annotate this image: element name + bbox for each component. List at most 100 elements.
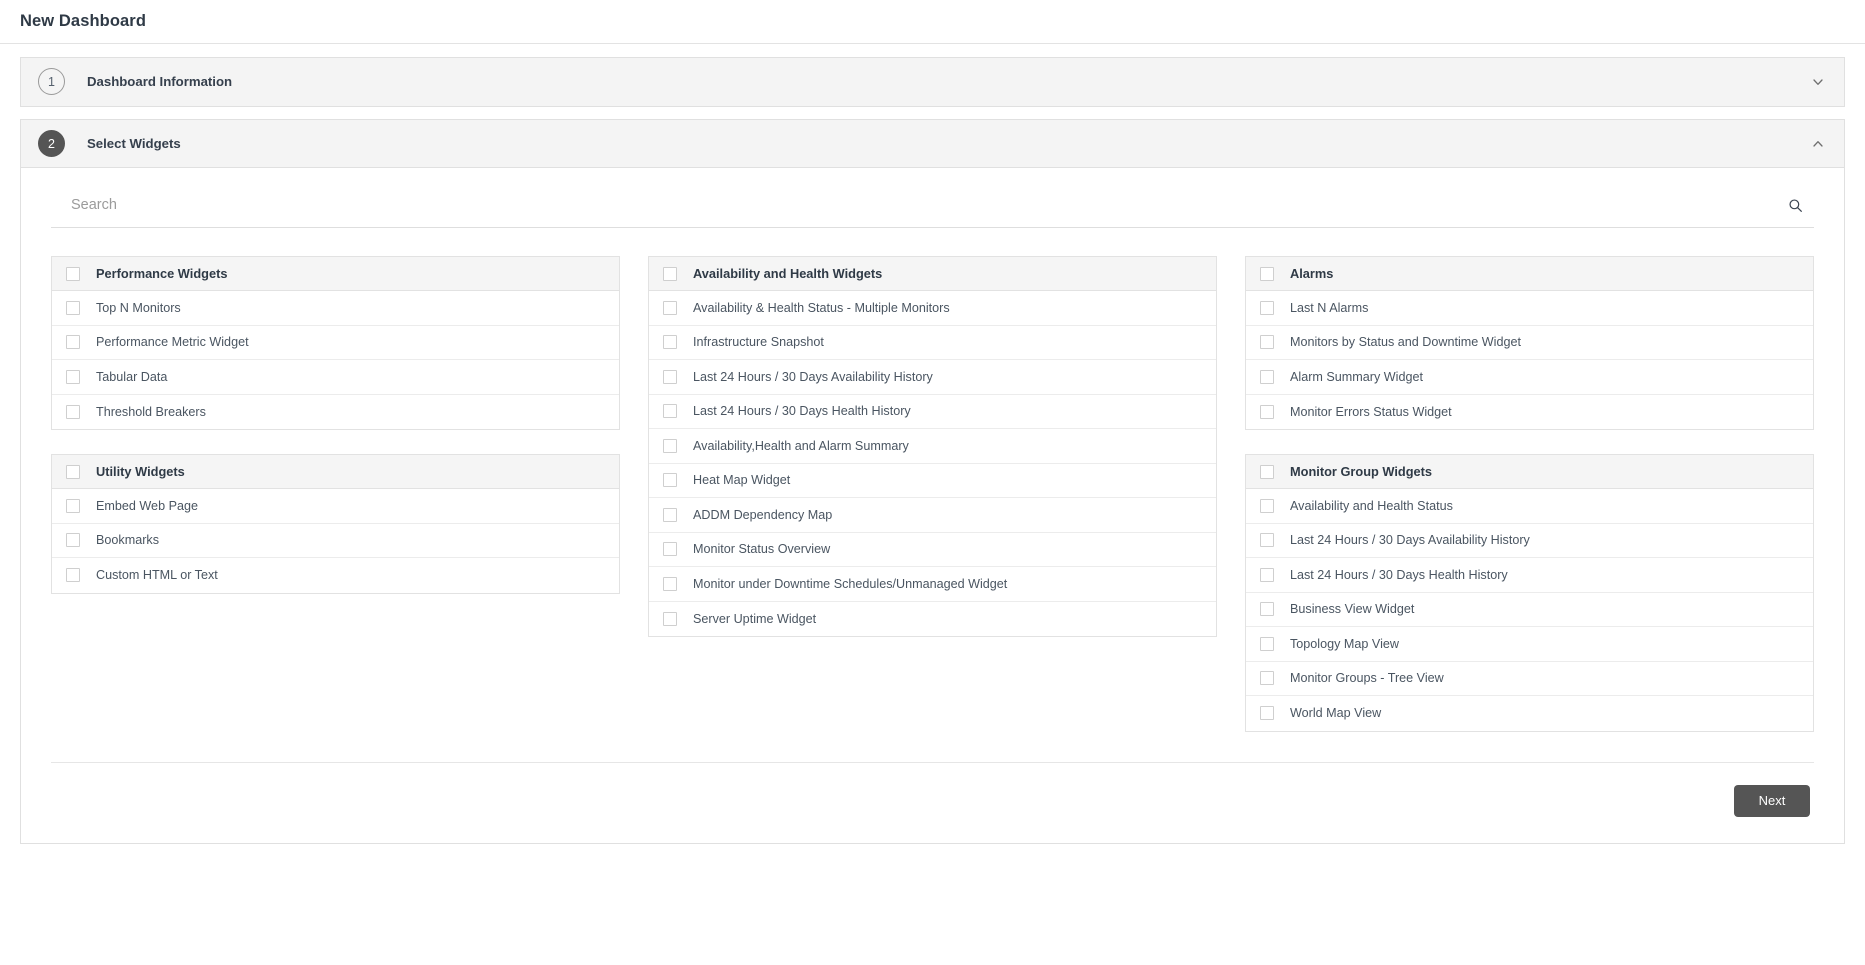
widget-item-checkbox[interactable]: [663, 473, 677, 487]
widget-item-row[interactable]: Server Uptime Widget: [649, 602, 1216, 637]
group-checkbox[interactable]: [663, 267, 677, 281]
widget-item-checkbox[interactable]: [1260, 370, 1274, 384]
group-checkbox[interactable]: [1260, 465, 1274, 479]
next-button[interactable]: Next: [1734, 785, 1810, 817]
widget-item-checkbox[interactable]: [1260, 301, 1274, 315]
group-checkbox[interactable]: [66, 465, 80, 479]
widget-group-title: Monitor Group Widgets: [1290, 464, 1432, 479]
widget-item-row[interactable]: Custom HTML or Text: [52, 558, 619, 593]
widget-item-row[interactable]: World Map View: [1246, 696, 1813, 731]
widget-item-checkbox[interactable]: [1260, 568, 1274, 582]
widget-item-label: Last N Alarms: [1290, 301, 1368, 315]
widget-item-row[interactable]: Bookmarks: [52, 524, 619, 559]
widget-item-checkbox[interactable]: [66, 301, 80, 315]
widget-item-row[interactable]: ADDM Dependency Map: [649, 498, 1216, 533]
widget-item-row[interactable]: Monitor under Downtime Schedules/Unmanag…: [649, 567, 1216, 602]
widget-item-checkbox[interactable]: [66, 568, 80, 582]
widget-item-checkbox[interactable]: [1260, 499, 1274, 513]
step-2-number: 2: [38, 130, 65, 157]
widget-item-label: Monitor under Downtime Schedules/Unmanag…: [693, 577, 1007, 591]
widget-item-checkbox[interactable]: [663, 577, 677, 591]
widget-item-row[interactable]: Availability,Health and Alarm Summary: [649, 429, 1216, 464]
widget-item-checkbox[interactable]: [1260, 671, 1274, 685]
chevron-down-icon[interactable]: [1810, 74, 1826, 90]
widget-item-row[interactable]: Alarm Summary Widget: [1246, 360, 1813, 395]
widget-item-checkbox[interactable]: [1260, 335, 1274, 349]
search-input[interactable]: [71, 197, 1784, 213]
widget-item-checkbox[interactable]: [663, 335, 677, 349]
widget-item-checkbox[interactable]: [66, 335, 80, 349]
widget-item-checkbox[interactable]: [663, 370, 677, 384]
widget-item-checkbox[interactable]: [663, 439, 677, 453]
widget-item-row[interactable]: Monitors by Status and Downtime Widget: [1246, 326, 1813, 361]
widget-item-row[interactable]: Threshold Breakers: [52, 395, 619, 430]
widget-item-row[interactable]: Last 24 Hours / 30 Days Health History: [1246, 558, 1813, 593]
widget-column-3: Alarms Last N Alarms Monitors by Status an…: [1245, 256, 1814, 732]
group-checkbox[interactable]: [66, 267, 80, 281]
widget-item-label: Monitor Errors Status Widget: [1290, 405, 1452, 419]
widget-item-label: Heat Map Widget: [693, 473, 790, 487]
widget-item-checkbox[interactable]: [66, 405, 80, 419]
page-title: New Dashboard: [20, 12, 146, 31]
widget-item-row[interactable]: Last 24 Hours / 30 Days Availability His…: [649, 360, 1216, 395]
widget-item-row[interactable]: Availability and Health Status: [1246, 489, 1813, 524]
widget-item-checkbox[interactable]: [66, 370, 80, 384]
widget-group-title: Availability and Health Widgets: [693, 266, 882, 281]
group-checkbox[interactable]: [1260, 267, 1274, 281]
widget-item-checkbox[interactable]: [1260, 706, 1274, 720]
search-bar: [51, 194, 1814, 228]
widget-group-header[interactable]: Monitor Group Widgets: [1246, 455, 1813, 489]
widget-item-checkbox[interactable]: [1260, 602, 1274, 616]
widget-group-header[interactable]: Alarms: [1246, 257, 1813, 291]
widget-item-label: Monitors by Status and Downtime Widget: [1290, 335, 1521, 349]
widget-group-title: Performance Widgets: [96, 266, 227, 281]
widget-item-row[interactable]: Availability & Health Status - Multiple …: [649, 291, 1216, 326]
widget-item-label: Infrastructure Snapshot: [693, 335, 824, 349]
dashboard-wizard: 1 Dashboard Information 2 Select Widgets…: [0, 44, 1865, 844]
widget-item-label: Tabular Data: [96, 370, 167, 384]
widget-item-label: Performance Metric Widget: [96, 335, 249, 349]
widget-item-checkbox[interactable]: [663, 404, 677, 418]
widget-item-checkbox[interactable]: [1260, 405, 1274, 419]
widget-item-row[interactable]: Tabular Data: [52, 360, 619, 395]
chevron-up-icon[interactable]: [1810, 136, 1826, 152]
widget-item-label: Last 24 Hours / 30 Days Availability His…: [1290, 533, 1530, 547]
wizard-footer: Next: [51, 762, 1814, 843]
widget-item-row[interactable]: Last 24 Hours / 30 Days Health History: [649, 395, 1216, 430]
widget-item-checkbox[interactable]: [663, 612, 677, 626]
search-icon[interactable]: [1784, 194, 1806, 216]
widget-item-row[interactable]: Business View Widget: [1246, 593, 1813, 628]
widget-item-row[interactable]: Heat Map Widget: [649, 464, 1216, 499]
widget-item-row[interactable]: Monitor Errors Status Widget: [1246, 395, 1813, 430]
widget-item-row[interactable]: Embed Web Page: [52, 489, 619, 524]
wizard-step-dashboard-information: 1 Dashboard Information: [20, 57, 1845, 107]
widget-group-header[interactable]: Performance Widgets: [52, 257, 619, 291]
step-2-header[interactable]: 2 Select Widgets: [21, 120, 1844, 168]
step-1-title: Dashboard Information: [87, 74, 232, 89]
widget-item-row[interactable]: Top N Monitors: [52, 291, 619, 326]
widget-item-label: Server Uptime Widget: [693, 612, 816, 626]
widget-group-title: Alarms: [1290, 266, 1333, 281]
widget-item-row[interactable]: Monitor Status Overview: [649, 533, 1216, 568]
widget-item-label: ADDM Dependency Map: [693, 508, 832, 522]
widget-item-label: World Map View: [1290, 706, 1381, 720]
widget-item-row[interactable]: Infrastructure Snapshot: [649, 326, 1216, 361]
widget-item-checkbox[interactable]: [663, 508, 677, 522]
widget-item-checkbox[interactable]: [66, 533, 80, 547]
widget-group-header[interactable]: Utility Widgets: [52, 455, 619, 489]
widget-item-row[interactable]: Monitor Groups - Tree View: [1246, 662, 1813, 697]
widget-item-checkbox[interactable]: [66, 499, 80, 513]
widget-item-row[interactable]: Last 24 Hours / 30 Days Availability His…: [1246, 524, 1813, 559]
widget-item-row[interactable]: Topology Map View: [1246, 627, 1813, 662]
widget-item-label: Threshold Breakers: [96, 405, 206, 419]
widget-item-checkbox[interactable]: [663, 301, 677, 315]
widget-item-checkbox[interactable]: [1260, 637, 1274, 651]
widget-item-checkbox[interactable]: [1260, 533, 1274, 547]
widget-columns: Performance Widgets Top N Monitors Perform…: [47, 228, 1818, 732]
widget-item-label: Monitor Groups - Tree View: [1290, 671, 1444, 685]
widget-group-header[interactable]: Availability and Health Widgets: [649, 257, 1216, 291]
widget-item-row[interactable]: Last N Alarms: [1246, 291, 1813, 326]
step-1-header[interactable]: 1 Dashboard Information: [21, 58, 1844, 106]
widget-item-checkbox[interactable]: [663, 542, 677, 556]
widget-item-row[interactable]: Performance Metric Widget: [52, 326, 619, 361]
